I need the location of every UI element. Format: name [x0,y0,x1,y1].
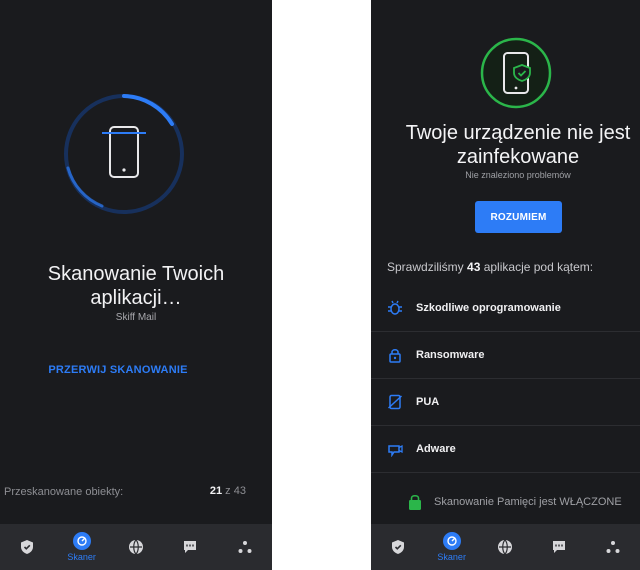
shield-icon [21,540,34,554]
device-safe-badge [480,37,552,109]
chat-icon [184,541,197,553]
ok-button[interactable]: ROZUMIEM [475,201,562,233]
nav-messages[interactable] [168,524,212,570]
nav-messages[interactable] [537,524,581,570]
threat-label: Adware [416,443,456,455]
memory-scan-toast: Skanowanie Pamięci jest WŁĄCZONE [408,494,622,510]
green-lock-icon [409,494,421,510]
nav-more[interactable] [223,524,267,570]
globe-icon [128,539,143,555]
scan-progress-ring [62,92,186,216]
phone-icon [109,126,139,178]
more-icon [606,541,620,553]
nav-scanner-label: Skaner [437,552,466,562]
current-app-name: Skiff Mail [115,312,157,323]
stop-scan-button[interactable]: PRZERWIJ SKANOWANIE [0,364,236,376]
threat-row-malware: Szkodliwe oprogramowanie [371,285,640,332]
nav-scanner-label: Skaner [67,552,96,562]
globe-icon [498,539,513,555]
bug-icon [387,300,403,316]
scanning-screen: Skanowanie Twoich aplikacji… Skiff Mail … [0,0,272,570]
ad-icon [387,441,403,457]
threat-label: Szkodliwe oprogramowanie [416,302,561,314]
scanned-objects-count: 21 z 43 [209,485,246,497]
scanner-icon [72,532,91,550]
shield-icon [391,540,404,554]
lock-icon [387,347,403,363]
nav-web[interactable] [114,524,158,570]
result-subtitle: Nie znaleziono problemów [465,170,571,180]
result-screen: Twoje urządzenie nie jest zainfekowane N… [371,0,640,570]
scanner-icon [442,532,461,550]
threat-row-ransomware: Ransomware [371,332,640,379]
threat-row-adware: Adware [371,426,640,473]
bottom-nav: Skaner [0,524,272,570]
threat-label: Ransomware [416,349,485,361]
bottom-nav: Skaner [371,524,640,570]
nav-scanner[interactable]: Skaner [60,524,104,570]
chat-icon [553,541,566,553]
nav-more[interactable] [591,524,635,570]
more-icon [238,541,252,553]
nav-protection[interactable] [376,524,420,570]
scan-title: Skanowanie Twoich aplikacji… [47,263,225,309]
threat-label: PUA [416,396,440,408]
result-title: Twoje urządzenie nie jest zainfekowane [405,122,631,168]
crossed-app-icon [387,394,403,410]
nav-scanner[interactable]: Skaner [430,524,474,570]
nav-protection[interactable] [5,524,49,570]
nav-web[interactable] [483,524,527,570]
checked-apps-line: Sprawdziliśmy 43 aplikacje pod kątem: [387,260,594,274]
scanned-objects-label: Przeskanowane obiekty: [4,486,124,498]
memory-scan-text: Skanowanie Pamięci jest WŁĄCZONE [434,496,622,508]
threat-row-pua: PUA [371,379,640,426]
